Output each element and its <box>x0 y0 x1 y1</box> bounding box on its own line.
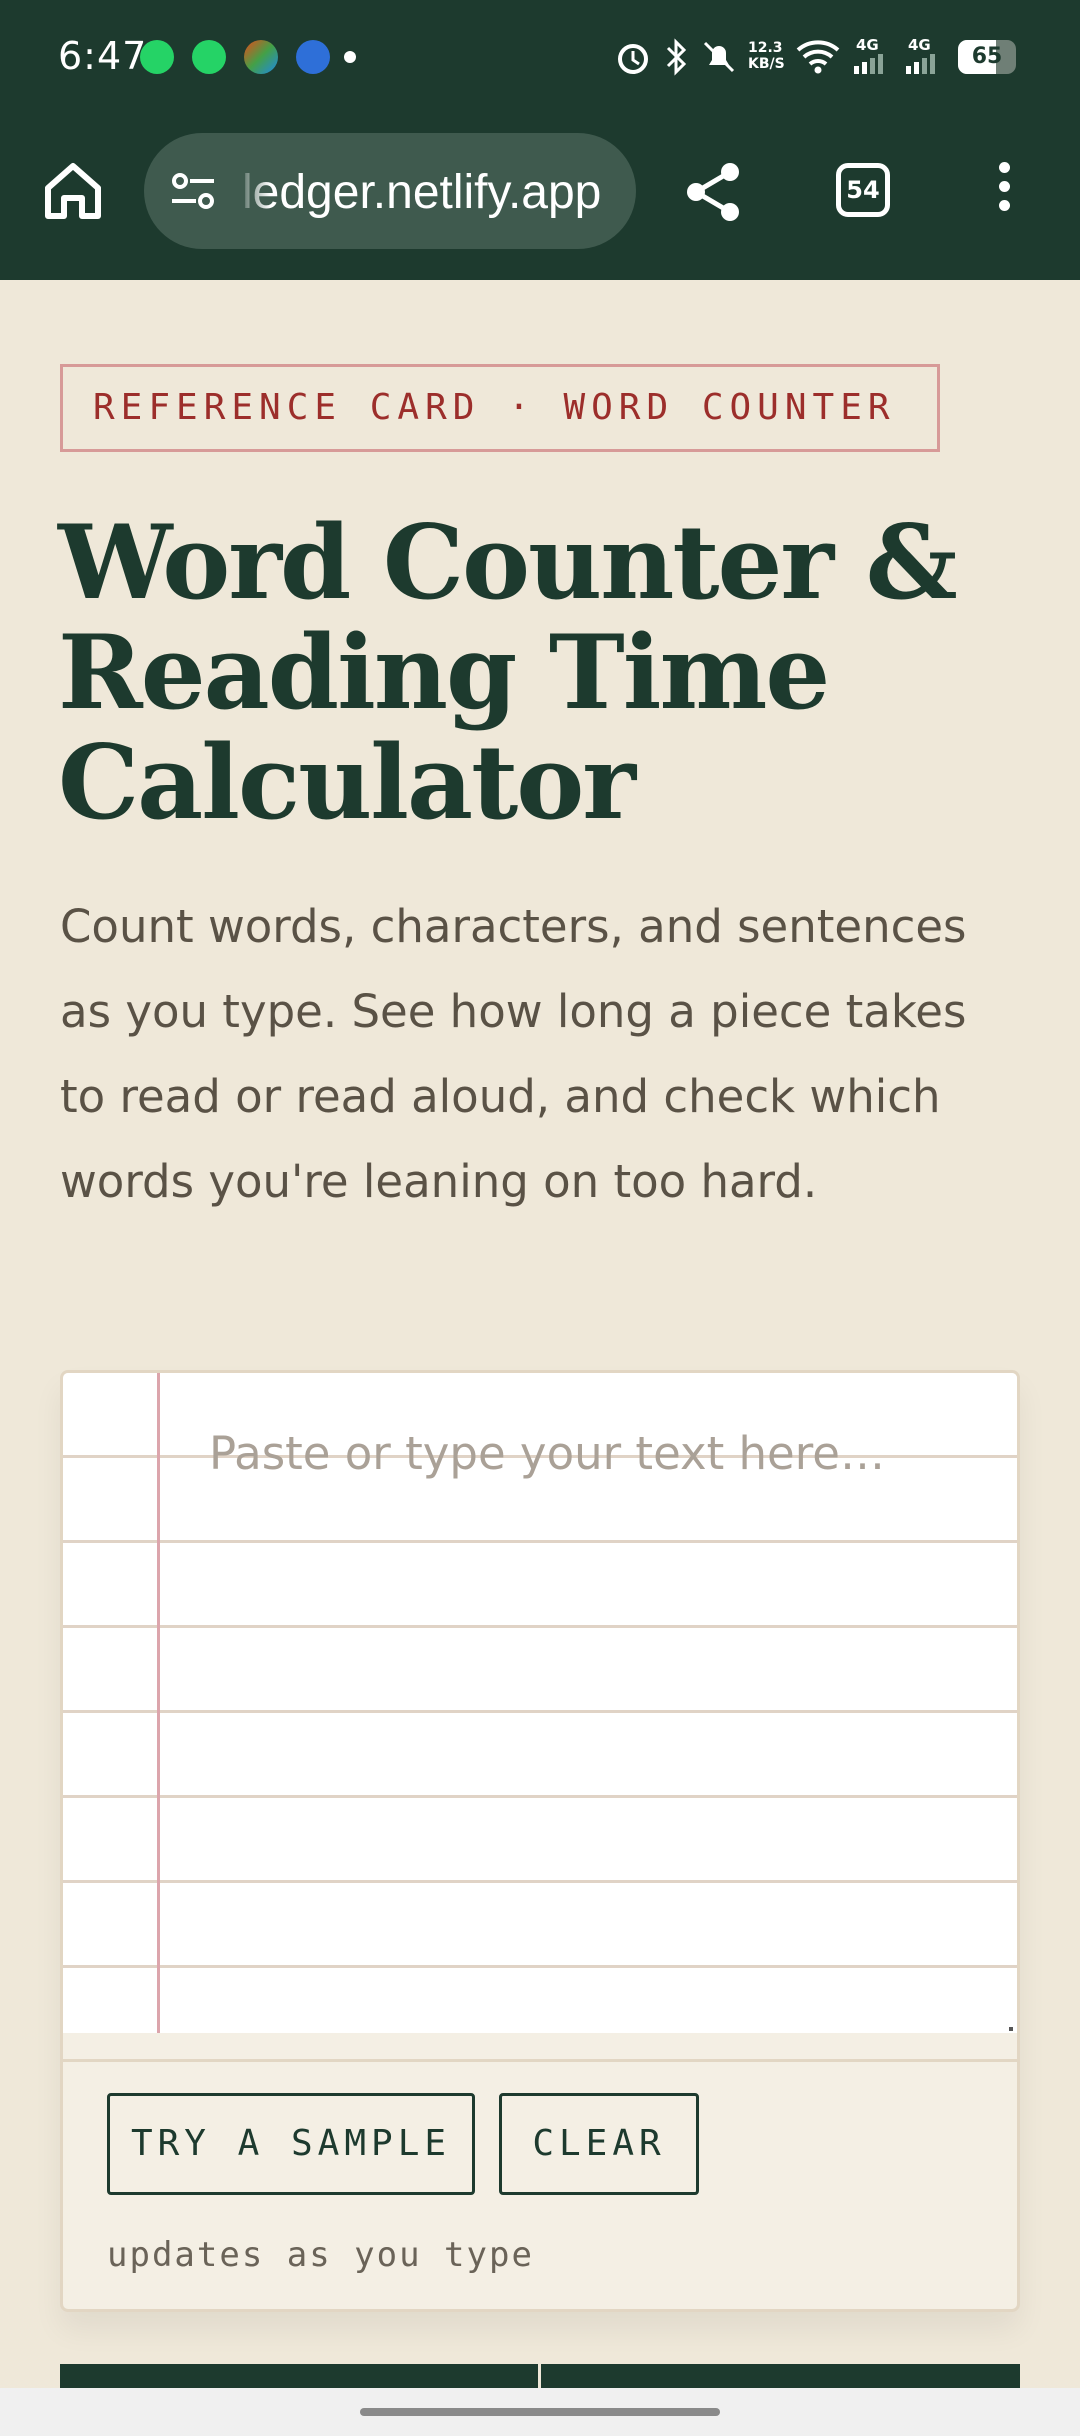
home-icon[interactable] <box>40 158 106 224</box>
editor-divider <box>63 2059 1017 2062</box>
share-icon[interactable] <box>680 158 748 226</box>
bluetooth-icon <box>666 38 687 76</box>
status-bar: 6:47 12.3 KB/S 4G 4G 65 <box>0 0 1080 118</box>
text-input-area[interactable]: Paste or type your text here… <box>63 1373 1017 2033</box>
whatsapp-icon <box>192 40 226 74</box>
more-notifications-dot-icon <box>344 51 356 63</box>
reference-card-badge: REFERENCE CARD · WORD COUNTER <box>60 364 940 452</box>
intro-text: Count words, characters, and sentences a… <box>60 900 967 1208</box>
whatsapp-icon <box>140 40 174 74</box>
notebook-margin-line <box>157 1373 160 2033</box>
more-options-icon[interactable] <box>990 162 1018 222</box>
muted-bell-icon <box>703 41 735 73</box>
browser-toolbar: ledger.netlify.app 54 <box>0 118 1080 280</box>
alarm-icon <box>618 44 648 74</box>
office-icon <box>244 40 278 74</box>
wifi-icon <box>796 40 840 74</box>
editor-card: Paste or type your text here… TRY A SAMP… <box>60 1370 1020 2312</box>
live-update-hint: updates as you type <box>107 2235 534 2275</box>
home-gesture-handle[interactable] <box>360 2408 720 2416</box>
phone-call-icon <box>296 40 330 74</box>
tab-count-button[interactable]: 54 <box>836 163 890 217</box>
status-time: 6:47 <box>58 34 148 78</box>
cell-signal-icon <box>906 54 935 74</box>
clear-button[interactable]: CLEAR <box>499 2093 699 2195</box>
system-navigation-bar <box>0 2388 1080 2436</box>
url-text: ledger.netlify.app <box>242 166 602 219</box>
battery-icon: 65 <box>958 40 1016 74</box>
resize-handle[interactable] <box>1009 2027 1013 2031</box>
try-sample-button[interactable]: TRY A SAMPLE <box>107 2093 475 2195</box>
site-settings-icon[interactable] <box>168 171 218 211</box>
page-title: Word Counter & Reading Time Calculator <box>58 503 958 843</box>
text-input-placeholder: Paste or type your text here… <box>209 1427 885 1480</box>
address-bar[interactable]: ledger.netlify.app <box>144 133 636 249</box>
battery-percent: 65 <box>971 44 1003 69</box>
url-fade <box>236 133 270 249</box>
cell-signal-icon <box>854 54 883 74</box>
network-speed: 12.3 KB/S <box>748 40 785 72</box>
